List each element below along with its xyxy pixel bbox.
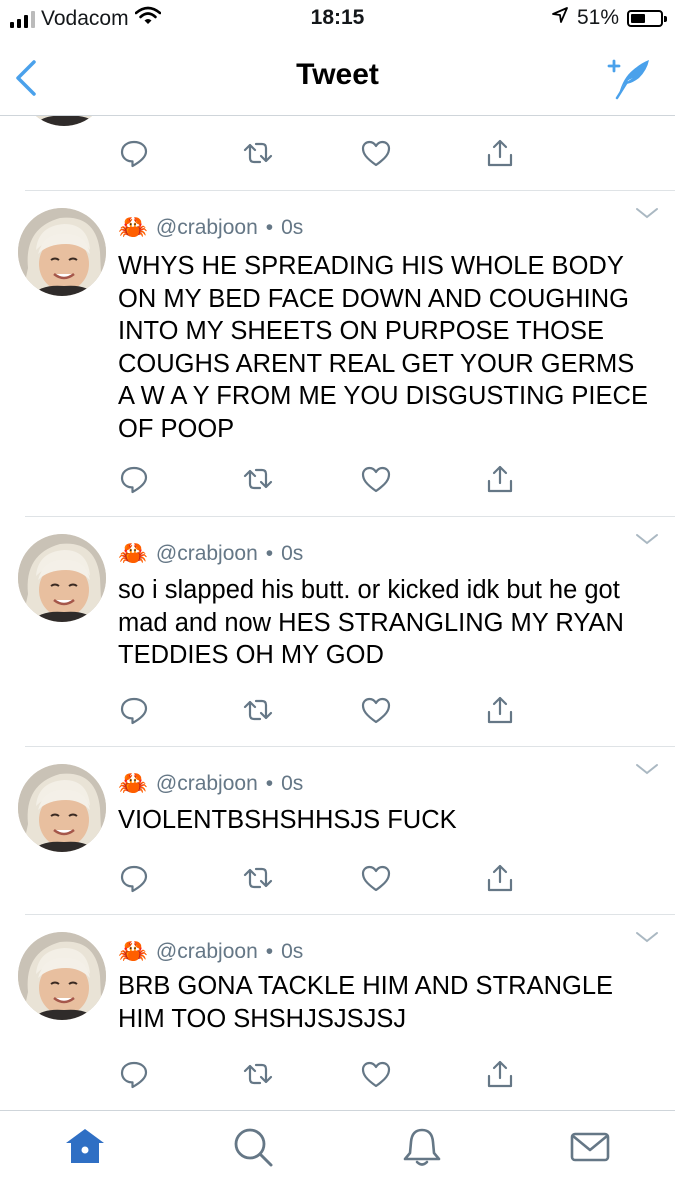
tab-bar <box>0 1110 675 1201</box>
reply-icon[interactable] <box>118 137 150 169</box>
avatar[interactable] <box>18 208 106 296</box>
reply-icon[interactable] <box>118 694 150 726</box>
reply-icon[interactable] <box>118 1058 150 1090</box>
tweet-meta: 🦀 @crabjoon • 0s <box>118 772 303 796</box>
meta-separator: • <box>265 940 274 963</box>
chevron-down-icon[interactable] <box>635 762 659 776</box>
retweet-icon[interactable] <box>242 694 274 726</box>
tweet-text: so i slapped his butt. or kicked idk but… <box>118 576 624 669</box>
status-right: 51% <box>551 6 667 30</box>
meta-separator: • <box>265 542 274 565</box>
like-heart-icon[interactable] <box>360 1058 392 1090</box>
tab-notifications[interactable] <box>400 1125 444 1169</box>
tweet-text: BRB GONA TACKLE HIM AND STRANGLE HIM TOO… <box>118 972 614 1033</box>
tweet[interactable]: 🦀 @crabjoon • 0s BRB GONA TACKLE HIM AND… <box>0 914 675 1110</box>
crab-emoji: 🦀 <box>118 540 148 567</box>
battery-percent: 51% <box>576 6 619 29</box>
like-heart-icon[interactable] <box>360 463 392 495</box>
chevron-down-icon[interactable] <box>635 206 659 220</box>
home-icon <box>66 1129 104 1163</box>
avatar[interactable] <box>18 932 106 1020</box>
reply-icon[interactable] <box>118 862 150 894</box>
messages-envelope-icon <box>570 1132 610 1162</box>
battery-level <box>631 13 646 23</box>
tweet-actions <box>118 862 518 894</box>
tweet-handle[interactable]: @crabjoon <box>156 216 258 240</box>
avatar[interactable] <box>20 116 108 126</box>
battery-icon <box>627 9 667 27</box>
retweet-icon[interactable] <box>242 862 274 894</box>
reply-icon[interactable] <box>118 463 150 495</box>
crab-emoji: 🦀 <box>118 214 148 241</box>
tweet-time: 0s <box>281 940 304 963</box>
tab-messages[interactable] <box>568 1125 612 1169</box>
avatar[interactable] <box>18 764 106 852</box>
tweet-actions <box>118 694 518 726</box>
like-heart-icon[interactable] <box>360 862 392 894</box>
tweet-actions <box>118 137 518 169</box>
tweet-time: 0s <box>281 216 304 239</box>
tweet-divider <box>25 516 675 517</box>
tweet-actions <box>118 1058 518 1090</box>
crab-emoji: 🦀 <box>118 770 148 797</box>
tab-home[interactable] <box>63 1125 107 1169</box>
share-icon[interactable] <box>484 862 516 894</box>
chevron-down-icon[interactable] <box>635 930 659 944</box>
chevron-down-icon[interactable] <box>635 532 659 546</box>
share-icon[interactable] <box>484 694 516 726</box>
tweet[interactable]: 🦀 @crabjoon • 0s so i slapped his butt. … <box>0 516 675 746</box>
tweet-divider <box>25 746 675 747</box>
tweet-handle[interactable]: @crabjoon <box>156 772 258 796</box>
share-icon[interactable] <box>484 1058 516 1090</box>
tweet-divider <box>25 914 675 915</box>
compose-feather-icon <box>607 59 649 100</box>
timeline[interactable]: 🦀 @crabjoon • 0s WHYS HE SPREADING HIS W… <box>0 116 675 1110</box>
tweet[interactable]: 🦀 @crabjoon • 0s VIOLENTBSHSHHSJS FUCK <box>0 746 675 914</box>
avatar[interactable] <box>18 534 106 622</box>
meta-separator: • <box>265 772 274 795</box>
tweet-meta: 🦀 @crabjoon • 0s <box>118 940 303 964</box>
page-title: Tweet <box>296 58 379 91</box>
nav-bar: Tweet <box>0 40 675 116</box>
retweet-icon[interactable] <box>242 137 274 169</box>
tweet-text: VIOLENTBSHSHHSJS FUCK <box>118 806 457 834</box>
search-icon <box>234 1128 273 1167</box>
notifications-bell-icon <box>403 1128 441 1166</box>
tweet-handle[interactable]: @crabjoon <box>156 940 258 964</box>
tweet-time: 0s <box>281 542 304 565</box>
tweet-actions <box>118 463 518 495</box>
tweet[interactable]: 🦀 @crabjoon • 0s WHYS HE SPREADING HIS W… <box>0 190 675 516</box>
tweet-text: WHYS HE SPREADING HIS WHOLE BODY ON MY B… <box>118 252 648 443</box>
compose-button[interactable] <box>603 52 653 102</box>
tweet-time: 0s <box>281 772 304 795</box>
share-icon[interactable] <box>484 463 516 495</box>
meta-separator: • <box>265 216 274 239</box>
tweet-handle[interactable]: @crabjoon <box>156 542 258 566</box>
crab-emoji: 🦀 <box>118 938 148 965</box>
tweet-meta: 🦀 @crabjoon • 0s <box>118 216 303 240</box>
partial-tweet <box>0 116 675 190</box>
status-bar: Vodacom 18:15 51% <box>0 0 675 40</box>
location-arrow-icon <box>551 6 569 30</box>
retweet-icon[interactable] <box>242 463 274 495</box>
tweet-divider <box>25 190 675 191</box>
like-heart-icon[interactable] <box>360 137 392 169</box>
tweet-meta: 🦀 @crabjoon • 0s <box>118 542 303 566</box>
retweet-icon[interactable] <box>242 1058 274 1090</box>
share-icon[interactable] <box>484 137 516 169</box>
tab-search[interactable] <box>231 1125 275 1169</box>
like-heart-icon[interactable] <box>360 694 392 726</box>
